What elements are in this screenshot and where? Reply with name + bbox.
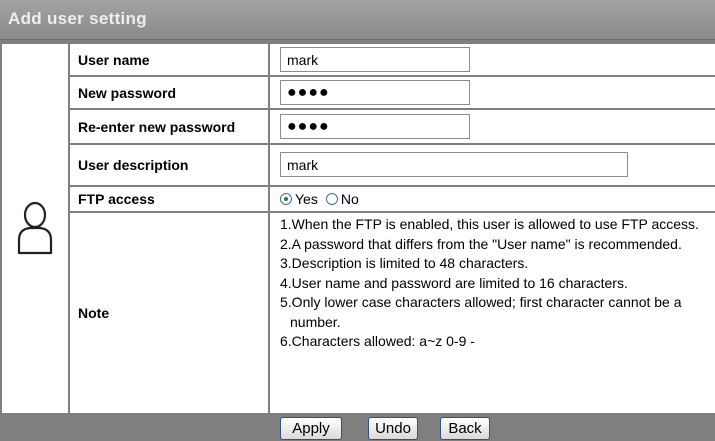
user-description-label: User description — [70, 145, 268, 185]
note-item: 1.When the FTP is enabled, this user is … — [280, 216, 699, 232]
ftp-radio-group: Yes No — [280, 190, 367, 208]
action-bar: Apply Undo Back — [270, 415, 715, 441]
row-reenter-password: Re-enter new password — [70, 110, 715, 143]
note-item: 4.User name and password are limited to … — [280, 274, 628, 291]
reenter-password-input[interactable] — [280, 114, 470, 139]
new-password-label: New password — [70, 77, 268, 108]
note-list: 1.When the FTP is enabled, this user is … — [280, 215, 707, 352]
icon-column — [2, 44, 68, 413]
page-title: Add user setting — [8, 9, 147, 28]
row-new-password: New password — [70, 77, 715, 108]
note-item: 2.A password that differs from the "User… — [280, 235, 682, 252]
user-icon — [17, 201, 53, 255]
note-label: Note — [70, 213, 268, 413]
ftp-no-radio[interactable] — [325, 193, 338, 205]
ftp-yes-radio[interactable] — [280, 193, 292, 205]
add-user-panel: Add user setting User name New password … — [0, 0, 715, 441]
undo-button[interactable]: Undo — [368, 417, 418, 440]
note-item: 5.Only lower case characters allowed; fi… — [280, 294, 682, 330]
row-user-description: User description — [70, 145, 715, 185]
note-item: 3.Description is limited to 48 character… — [280, 255, 529, 271]
back-button[interactable]: Back — [440, 417, 490, 440]
row-user-name: User name — [70, 44, 715, 75]
new-password-input[interactable] — [280, 80, 470, 105]
row-note: Note 1.When the FTP is enabled, this use… — [70, 213, 715, 413]
ftp-access-label: FTP access — [70, 187, 268, 211]
apply-button[interactable]: Apply — [280, 417, 342, 440]
user-name-input[interactable] — [280, 47, 470, 72]
note-item: 6.Characters allowed: a~z 0-9 - — [280, 333, 475, 349]
user-name-label: User name — [70, 44, 268, 75]
row-ftp-access: FTP access Yes No — [70, 187, 715, 211]
panel-header: Add user setting — [0, 0, 715, 40]
ftp-no-label: No — [340, 191, 359, 207]
footer-spacer — [2, 415, 268, 441]
reenter-password-label: Re-enter new password — [70, 110, 268, 143]
user-description-input[interactable] — [280, 152, 628, 177]
ftp-yes-label: Yes — [295, 191, 318, 207]
